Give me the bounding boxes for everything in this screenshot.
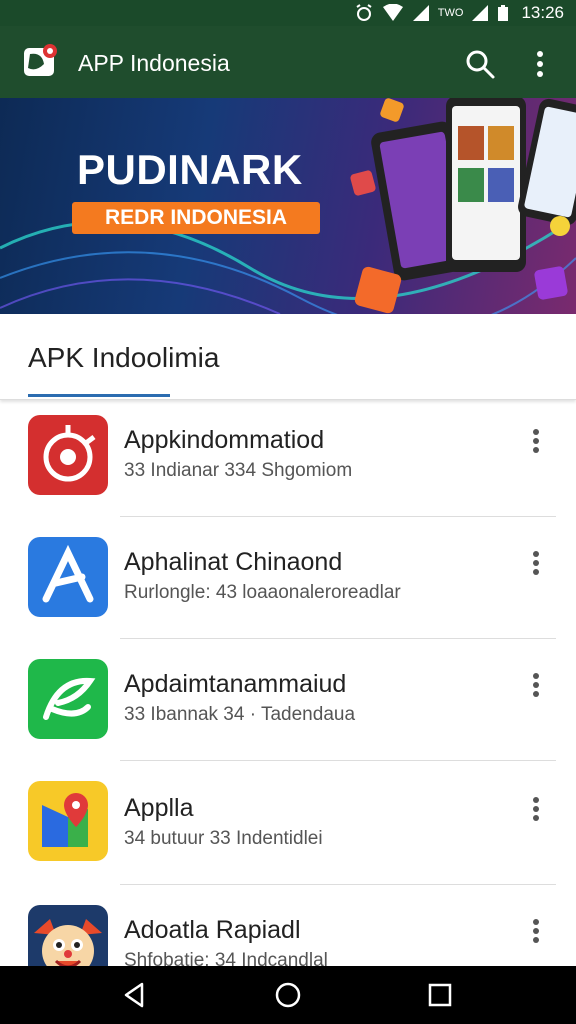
- app-meta: Rurlongle: 43 loaaonaleroreadlar: [124, 582, 401, 603]
- tab-indicator: [28, 394, 170, 397]
- letter-a-icon: [28, 537, 108, 617]
- back-icon[interactable]: [120, 980, 150, 1010]
- app-title: APP Indonesia: [78, 50, 230, 76]
- target-icon: [28, 415, 108, 495]
- app-name: Applla: [124, 794, 194, 822]
- list-item[interactable]: Adoatla Rapiadl Shfobatie: 34 Indcandlal: [0, 890, 576, 966]
- signal-icon: [412, 5, 429, 21]
- app-meta: 34 butuur 33 Indentidlei: [124, 828, 323, 849]
- more-vert-icon[interactable]: [524, 426, 548, 456]
- map-pin-icon: [28, 781, 108, 861]
- divider: [120, 760, 556, 761]
- app-logo-icon: [24, 44, 57, 76]
- divider: [120, 516, 556, 517]
- app-name: Adoatla Rapiadl: [124, 916, 301, 944]
- banner-subtitle: REDR INDONESIA: [72, 202, 320, 234]
- app-name: Apdaimtanammaiud: [124, 670, 347, 698]
- divider: [120, 884, 556, 885]
- list-item[interactable]: Appkindommatiod 33 Indianar 334 Shgomiom: [0, 400, 576, 524]
- app-list: Appkindommatiod 33 Indianar 334 Shgomiom…: [0, 400, 576, 966]
- list-item[interactable]: Aphalinat Chinaond Rurlongle: 43 loaaona…: [0, 522, 576, 646]
- network-label: TWO: [437, 7, 464, 19]
- signal-2-icon: [472, 5, 489, 21]
- recents-icon[interactable]: [425, 980, 455, 1010]
- app-name: Aphalinat Chinaond: [124, 548, 343, 576]
- tab-bar: APK Indoolimia: [0, 314, 576, 400]
- status-icons: TWO 13:26: [354, 0, 564, 26]
- alarm-icon: [356, 4, 372, 21]
- more-vert-icon[interactable]: [524, 916, 548, 946]
- app-bar: APP Indonesia: [0, 26, 576, 98]
- status-bar: TWO 13:26: [0, 0, 576, 26]
- list-item[interactable]: Apdaimtanammaiud 33 Ibannak 34 · Tadenda…: [0, 644, 576, 768]
- more-vert-icon[interactable]: [524, 548, 548, 578]
- list-item[interactable]: Applla 34 butuur 33 Indentidlei: [0, 766, 576, 890]
- search-icon[interactable]: [462, 46, 498, 82]
- app-meta: Shfobatie: 34 Indcandlal: [124, 950, 328, 966]
- clown-face-icon: [28, 905, 108, 966]
- home-icon[interactable]: [273, 980, 303, 1010]
- promo-banner[interactable]: PUDINARK REDR INDONESIA: [0, 98, 576, 314]
- system-nav-bar: [0, 966, 576, 1024]
- app-name: Appkindommatiod: [124, 426, 325, 454]
- divider: [120, 638, 556, 639]
- leaf-icon: [28, 659, 108, 739]
- banner-title: PUDINARK: [77, 146, 303, 193]
- more-vert-icon[interactable]: [524, 670, 548, 700]
- app-meta: 33 Indianar 334 Shgomiom: [124, 460, 353, 481]
- more-vert-icon[interactable]: [525, 46, 555, 82]
- phone-illustration-2: [446, 98, 526, 272]
- app-meta: 33 Ibannak 34 · Tadendaua: [124, 704, 356, 725]
- battery-icon: [498, 5, 509, 21]
- more-vert-icon[interactable]: [524, 794, 548, 824]
- tab-apk-indoolimia[interactable]: APK Indoolimia: [28, 342, 219, 374]
- wifi-icon: [382, 4, 403, 21]
- status-time: 13:26: [521, 3, 564, 22]
